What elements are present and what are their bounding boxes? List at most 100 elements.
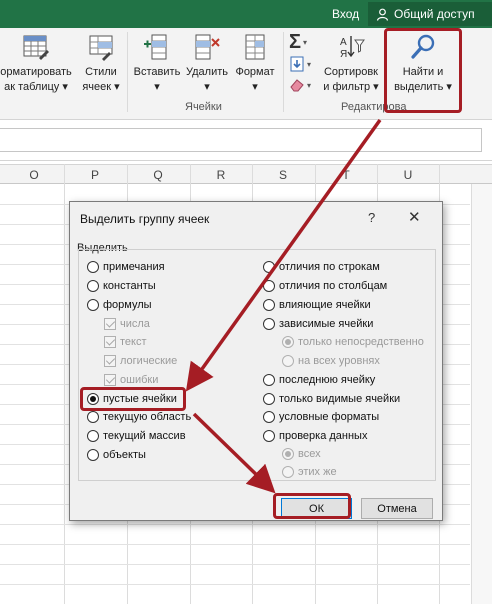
column-header[interactable]: S xyxy=(253,168,313,182)
cells-group-label: Ячейки xyxy=(185,101,222,113)
option-text: текст xyxy=(104,336,147,348)
column-header[interactable]: U xyxy=(378,168,438,182)
option-label: текущую область xyxy=(103,411,192,423)
option-label: проверка данных xyxy=(279,430,368,442)
option-current-region[interactable]: текущую область xyxy=(87,411,191,423)
option-column-differences[interactable]: отличия по столбцам xyxy=(263,280,387,292)
option-label: текст xyxy=(120,336,147,348)
radio-icon[interactable] xyxy=(87,299,99,311)
insert-cells-button[interactable]: Вставить ▾ xyxy=(132,32,182,95)
sort-filter-label-1: Сортировк xyxy=(323,66,378,78)
radio-icon xyxy=(282,355,294,367)
column-header[interactable]: R xyxy=(191,168,251,182)
radio-icon[interactable] xyxy=(87,449,99,461)
radio-icon[interactable] xyxy=(87,261,99,273)
option-data-validation[interactable]: проверка данных xyxy=(263,430,367,442)
cancel-button[interactable]: Отмена xyxy=(361,498,433,519)
format-cells-icon xyxy=(245,34,265,60)
help-button[interactable]: ? xyxy=(368,210,375,225)
option-all-levels: на всех уровнях xyxy=(282,355,380,367)
share-button[interactable]: Общий доступ xyxy=(368,2,492,26)
option-label: логические xyxy=(120,355,178,367)
excel-window: Вход Общий доступ орматировать ак таблиц… xyxy=(0,0,492,604)
radio-icon[interactable] xyxy=(263,280,275,292)
radio-icon[interactable] xyxy=(263,261,275,273)
delete-cells-button[interactable]: Удалить ▾ xyxy=(184,32,230,95)
grid-line xyxy=(0,544,470,545)
option-label: примечания xyxy=(103,261,165,273)
option-objects[interactable]: объекты xyxy=(87,449,146,461)
clear-button[interactable]: ▾ xyxy=(289,78,311,92)
option-label: объекты xyxy=(103,449,146,461)
radio-icon[interactable] xyxy=(263,393,275,405)
column-header[interactable]: P xyxy=(65,168,125,182)
delete-cells-label-1: Удалить xyxy=(186,66,228,78)
column-header[interactable]: Q xyxy=(128,168,188,182)
option-constants[interactable]: константы xyxy=(87,280,156,292)
ok-button[interactable]: ОК xyxy=(281,498,352,519)
dropdown-arrow-icon: ▾ xyxy=(303,37,308,47)
vertical-scrollbar[interactable] xyxy=(471,184,492,604)
option-row-differences[interactable]: отличия по строкам xyxy=(263,261,380,273)
radio-icon[interactable] xyxy=(87,430,99,442)
ribbon-separator xyxy=(283,32,284,112)
option-label: всех xyxy=(298,448,321,460)
format-as-table-label-1: орматировать xyxy=(0,66,72,78)
radio-icon[interactable] xyxy=(263,430,275,442)
format-as-table-button[interactable]: орматировать ак таблицу ▾ xyxy=(0,32,76,95)
option-label: зависимые ячейки xyxy=(279,318,374,330)
option-direct-only: только непосредственно xyxy=(282,336,424,348)
svg-text:Я: Я xyxy=(340,49,347,60)
option-conditional-formats[interactable]: условные форматы xyxy=(263,411,379,423)
radio-icon[interactable] xyxy=(263,411,275,423)
option-label: условные форматы xyxy=(279,411,380,423)
formula-input[interactable] xyxy=(0,128,482,152)
find-select-icon xyxy=(411,34,435,59)
option-precedents[interactable]: влияющие ячейки xyxy=(263,299,371,311)
find-select-label-2: выделить ▾ xyxy=(394,81,452,93)
option-last-cell[interactable]: последнюю ячейку xyxy=(263,374,375,386)
option-label: константы xyxy=(103,280,156,292)
autosum-button[interactable]: Σ ▾ xyxy=(289,32,307,52)
person-icon xyxy=(376,8,389,21)
option-dependents[interactable]: зависимые ячейки xyxy=(263,318,373,330)
insert-cells-label-2: ▾ xyxy=(154,81,160,93)
option-comments[interactable]: примечания xyxy=(87,261,165,273)
option-label: формулы xyxy=(103,299,152,311)
ribbon: орматировать ак таблицу ▾ Стили ячеек ▾ xyxy=(0,28,492,120)
column-header[interactable]: O xyxy=(4,168,64,182)
option-current-array[interactable]: текущий массив xyxy=(87,430,186,442)
option-all: всех xyxy=(282,448,321,460)
option-same: этих же xyxy=(282,466,337,478)
close-button[interactable]: ✕ xyxy=(408,208,421,226)
format-cells-button[interactable]: Формат ▾ xyxy=(232,32,278,95)
sort-filter-icon: А Я xyxy=(340,36,365,60)
fill-down-icon xyxy=(290,56,304,72)
radio-icon[interactable] xyxy=(263,299,275,311)
radio-icon[interactable] xyxy=(263,374,275,386)
sort-filter-label-2: и фильтр ▾ xyxy=(323,81,379,93)
sign-in-link[interactable]: Вход xyxy=(332,7,359,21)
dropdown-arrow-icon: ▾ xyxy=(307,59,312,69)
option-formulas[interactable]: формулы xyxy=(87,299,152,311)
fill-button[interactable]: ▾ xyxy=(289,56,311,72)
editing-group-label: Редактирова xyxy=(341,101,407,113)
title-bar: Вход Общий доступ xyxy=(0,0,492,28)
find-select-button[interactable]: Найти и выделить ▾ xyxy=(387,32,459,95)
radio-icon[interactable] xyxy=(87,411,99,423)
radio-icon[interactable] xyxy=(87,393,99,405)
radio-icon xyxy=(282,466,294,478)
cell-styles-label-1: Стили xyxy=(85,66,117,78)
radio-icon[interactable] xyxy=(263,318,275,330)
delete-cells-icon xyxy=(195,34,220,60)
insert-cells-label-1: Вставить xyxy=(133,66,181,78)
option-label: этих же xyxy=(298,466,337,478)
option-label: отличия по строкам xyxy=(279,261,380,273)
column-header[interactable]: T xyxy=(316,168,376,182)
radio-icon[interactable] xyxy=(87,280,99,292)
checkbox-icon xyxy=(104,355,116,367)
option-blanks[interactable]: пустые ячейки xyxy=(87,393,177,405)
sort-filter-button[interactable]: А Я Сортировк и фильтр ▾ xyxy=(322,32,380,95)
option-visible-cells-only[interactable]: только видимые ячейки xyxy=(263,393,400,405)
cell-styles-button[interactable]: Стили ячеек ▾ xyxy=(80,32,122,95)
